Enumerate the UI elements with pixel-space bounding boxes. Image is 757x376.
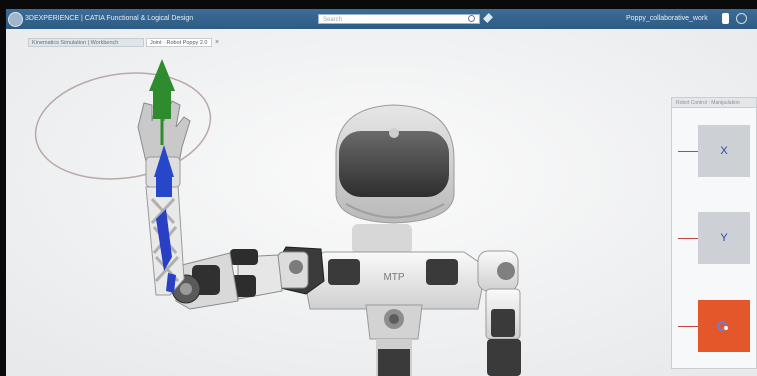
axis-connector-y <box>678 238 698 239</box>
tag-icon[interactable] <box>483 13 493 23</box>
compass-icon[interactable] <box>8 12 23 27</box>
help-icon[interactable] <box>736 13 747 24</box>
tab-bar: Kinematics Simulation | Workbench Joint … <box>6 35 757 49</box>
axis-y-button[interactable]: Y <box>698 212 750 264</box>
tab-kinematics[interactable]: Kinematics Simulation | Workbench <box>28 38 144 47</box>
axis-z-button[interactable] <box>698 300 750 352</box>
chest-label: MTP <box>383 272 404 283</box>
app-window: MTP 3DEXPERIENCE | CATIA Functional & Lo… <box>6 9 757 376</box>
axis-connector-x <box>678 151 698 152</box>
search-input[interactable]: Search <box>318 14 480 24</box>
axis-x-button[interactable]: X <box>698 125 750 177</box>
app-title: 3DEXPERIENCE | CATIA Functional & Logica… <box>25 15 194 22</box>
title-bar: 3DEXPERIENCE | CATIA Functional & Logica… <box>6 9 757 29</box>
tab-joint[interactable]: Joint · Robot Poppy 2.0 <box>146 38 212 47</box>
rotate-icon <box>717 321 728 331</box>
search-icon[interactable] <box>468 15 475 22</box>
user-icon[interactable] <box>722 13 729 24</box>
close-icon[interactable]: × <box>215 38 219 47</box>
3d-viewport[interactable]: MTP <box>6 9 757 376</box>
visor <box>339 131 449 197</box>
panel-title: Robot Control · Manipulation <box>672 98 756 108</box>
axis-connector-z <box>678 326 698 327</box>
user-name[interactable]: Poppy_collaborative_work <box>626 15 708 22</box>
robot-control-panel: Robot Control · Manipulation X Y <box>671 97 757 369</box>
